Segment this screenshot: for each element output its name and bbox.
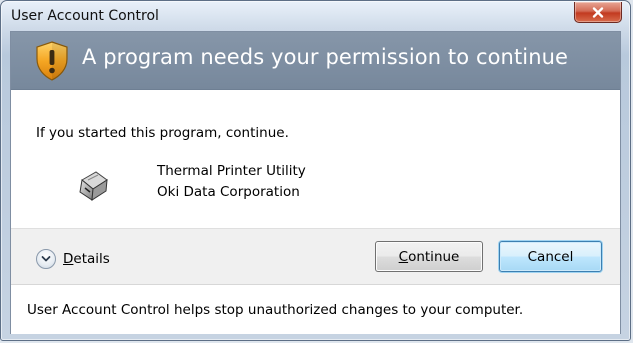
printer-icon xyxy=(76,168,110,202)
header-banner: A program needs your permission to conti… xyxy=(11,32,620,90)
details-label-accel: D xyxy=(63,251,74,267)
program-name: Thermal Printer Utility xyxy=(157,163,306,179)
footer-text: User Account Control helps stop unauthor… xyxy=(27,302,524,318)
publisher-name: Oki Data Corporation xyxy=(157,184,300,200)
window-title: User Account Control xyxy=(11,8,159,24)
footer: User Account Control helps stop unauthor… xyxy=(11,284,620,334)
cancel-button[interactable]: Cancel xyxy=(499,241,602,272)
title-bar[interactable]: User Account Control xyxy=(1,1,630,31)
continue-button[interactable]: Continue xyxy=(375,241,483,272)
continue-label-accel: C xyxy=(398,248,409,265)
chevron-down-icon[interactable] xyxy=(36,249,56,269)
details-label[interactable]: Details xyxy=(63,251,110,267)
details-label-rest: etails xyxy=(73,251,110,267)
continue-label-rest: ontinue xyxy=(408,248,460,265)
dialog-content: A program needs your permission to conti… xyxy=(10,31,621,334)
uac-dialog-window: User Account Control A program needs you… xyxy=(0,0,631,341)
close-button[interactable] xyxy=(574,2,622,23)
shield-warning-icon xyxy=(35,41,69,81)
close-icon xyxy=(592,6,604,18)
banner-heading: A program needs your permission to conti… xyxy=(82,45,569,69)
details-toggle[interactable]: Details xyxy=(36,249,110,269)
intro-message: If you started this program, continue. xyxy=(36,125,289,141)
action-strip: Details Continue Cancel xyxy=(11,228,620,284)
